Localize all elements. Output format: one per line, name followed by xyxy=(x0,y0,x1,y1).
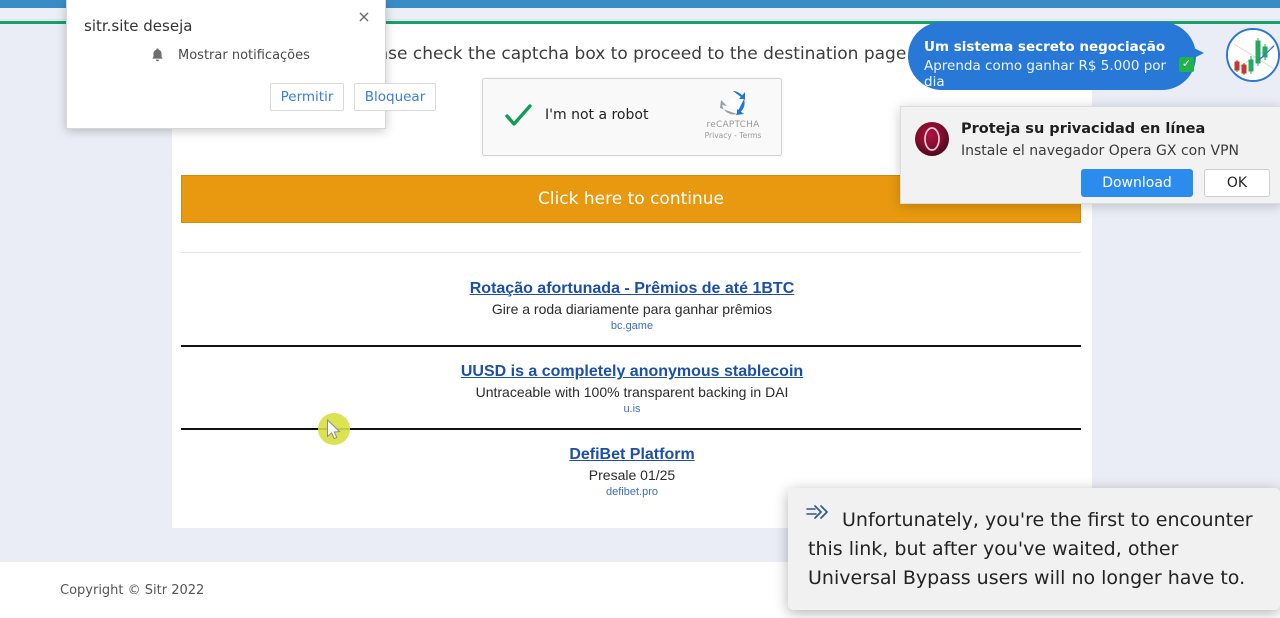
recaptcha-checkmark-icon xyxy=(505,104,532,126)
recaptcha-branding: reCAPTCHA Privacy - Terms xyxy=(693,87,773,140)
permission-dialog-title: sitr.site deseja xyxy=(84,17,193,35)
ad-description: Gire a roda diariamente para ganhar prêm… xyxy=(491,301,773,317)
bell-icon xyxy=(152,48,163,62)
double-chevron-right-icon xyxy=(806,505,828,519)
opera-toast-subtitle: Instale el navegador Opera GX con VPN xyxy=(961,143,1240,159)
opera-download-button[interactable]: Download xyxy=(1081,169,1193,197)
allow-button-label: Permitir xyxy=(280,89,334,105)
universal-bypass-tooltip: Unfortunately, you're the first to encou… xyxy=(788,488,1280,610)
ad-list-top-divider xyxy=(181,252,1081,253)
permission-request-label: Mostrar notificações xyxy=(178,48,310,63)
check-glyph: ✓ xyxy=(1181,58,1192,70)
opera-ok-button[interactable]: OK xyxy=(1204,169,1270,197)
recaptcha-logo-icon xyxy=(720,91,745,115)
opera-gx-notification-toast: Proteja su privacidad en línea Instale e… xyxy=(900,106,1280,204)
recaptcha-label: I'm not a robot xyxy=(545,107,649,123)
trading-ad-subline: Aprenda como ganhar R$ 5.000 por dia xyxy=(924,58,1167,90)
block-notifications-button[interactable]: Bloquear xyxy=(354,83,436,111)
recaptcha-legal-links[interactable]: Privacy - Terms xyxy=(693,131,773,140)
ad-list-item[interactable]: Rotação afortunada - Prêmios de até 1BTC… xyxy=(172,280,1092,332)
trading-ad-chart-avatar xyxy=(1226,28,1280,82)
download-button-label: Download xyxy=(1102,175,1172,191)
ad-divider-1 xyxy=(181,345,1081,347)
ad-title[interactable]: Rotação afortunada - Prêmios de até 1BTC xyxy=(172,280,1092,298)
cta-label: Click here to continue xyxy=(537,189,724,209)
ad-description: Untraceable with 100% transparent backin… xyxy=(475,384,789,400)
ad-title[interactable]: UUSD is a completely anonymous stablecoi… xyxy=(172,363,1092,381)
universal-bypass-message: Unfortunately, you're the first to encou… xyxy=(808,509,1253,589)
recaptcha-widget[interactable]: I'm not a robot reCAPTCHA Privacy - Term… xyxy=(482,78,782,156)
ad-description: Presale 01/25 xyxy=(588,467,676,483)
allow-notifications-button[interactable]: Permitir xyxy=(270,83,344,111)
recaptcha-brand-name: reCAPTCHA xyxy=(706,120,760,130)
opera-logo-icon xyxy=(915,122,949,156)
notification-permission-dialog: sitr.site deseja × Mostrar notificações … xyxy=(66,0,436,129)
opera-toast-title: Proteja su privacidad en línea xyxy=(961,121,1206,137)
ad-divider-2 xyxy=(181,428,1081,430)
ad-list-item[interactable]: UUSD is a completely anonymous stablecoi… xyxy=(172,363,1092,415)
trading-ad-headline: Um sistema secreto negociação xyxy=(924,39,1166,55)
ad-title[interactable]: DefiBet Platform xyxy=(172,446,1092,464)
ad-domain[interactable]: u.is xyxy=(172,403,1092,415)
block-button-label: Bloquear xyxy=(364,89,426,105)
close-icon[interactable]: × xyxy=(353,6,375,28)
close-glyph: × xyxy=(357,7,371,26)
ad-domain[interactable]: bc.game xyxy=(172,320,1092,332)
copyright-text: Copyright © Sitr 2022 xyxy=(60,583,205,598)
mouse-cursor-icon xyxy=(327,419,341,440)
trading-ad-check-badge-icon: ✓ xyxy=(1179,57,1194,72)
ok-button-label: OK xyxy=(1226,175,1248,191)
screen-root: Please check the captcha box to proceed … xyxy=(0,0,1280,618)
